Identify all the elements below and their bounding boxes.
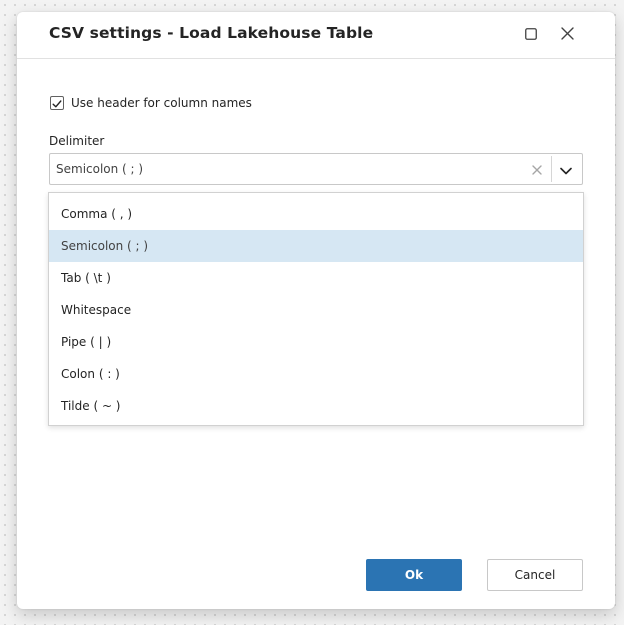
delimiter-dropdown-list: Comma ( , ) Semicolon ( ; ) Tab ( \t ) W… <box>48 192 584 426</box>
delimiter-combobox[interactable]: Semicolon ( ; ) <box>49 153 583 185</box>
ok-button[interactable]: Ok <box>366 559 462 591</box>
clear-selection-button[interactable] <box>530 162 544 176</box>
delimiter-option-semicolon[interactable]: Semicolon ( ; ) <box>49 230 583 262</box>
checkmark-icon <box>52 94 62 113</box>
use-header-checkbox-row[interactable]: Use header for column names <box>50 96 252 110</box>
maximize-button[interactable] <box>519 22 543 46</box>
header-divider <box>17 58 615 59</box>
csv-settings-dialog: CSV settings - Load Lakehouse Table Use … <box>17 12 615 609</box>
delimiter-option-pipe[interactable]: Pipe ( | ) <box>49 326 583 358</box>
maximize-icon <box>525 25 537 44</box>
delimiter-selected-value: Semicolon ( ; ) <box>56 162 144 176</box>
clear-icon <box>532 160 542 179</box>
delimiter-option-comma[interactable]: Comma ( , ) <box>49 198 583 230</box>
delimiter-option-whitespace[interactable]: Whitespace <box>49 294 583 326</box>
use-header-checkbox-label: Use header for column names <box>71 96 252 110</box>
chevron-down-icon <box>560 160 572 179</box>
delimiter-option-colon[interactable]: Colon ( : ) <box>49 358 583 390</box>
dialog-title: CSV settings - Load Lakehouse Table <box>49 24 374 42</box>
close-button[interactable] <box>555 22 579 46</box>
delimiter-label: Delimiter <box>49 134 105 148</box>
close-icon <box>560 25 574 44</box>
use-header-checkbox[interactable] <box>50 96 64 110</box>
delimiter-dropdown-toggle[interactable] <box>551 156 580 182</box>
delimiter-option-tab[interactable]: Tab ( \t ) <box>49 262 583 294</box>
cancel-button[interactable]: Cancel <box>487 559 583 591</box>
delimiter-option-tilde[interactable]: Tilde ( ~ ) <box>49 390 583 422</box>
